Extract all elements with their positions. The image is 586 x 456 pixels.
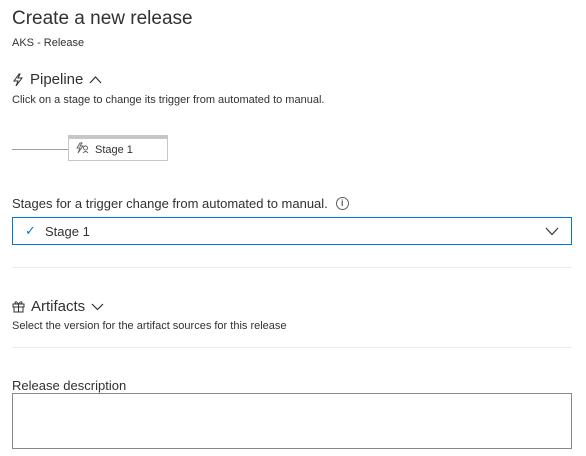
section-divider — [12, 267, 572, 268]
stage-trigger-dropdown[interactable]: ✓ Stage 1 — [12, 217, 572, 245]
section-divider — [12, 347, 572, 348]
dropdown-selected-value: Stage 1 — [45, 223, 90, 239]
release-description-input[interactable] — [12, 393, 572, 449]
stage-card[interactable]: Stage 1 — [68, 135, 168, 161]
trigger-label-row: Stages for a trigger change from automat… — [12, 196, 349, 211]
page-title: Create a new release — [12, 8, 193, 29]
trigger-label: Stages for a trigger change from automat… — [12, 196, 328, 211]
pipeline-name: AKS - Release — [12, 37, 85, 49]
chevron-up-icon — [89, 75, 102, 84]
checkmark-icon: ✓ — [25, 223, 36, 238]
artifacts-heading: Artifacts — [31, 298, 86, 315]
info-icon[interactable]: i — [335, 197, 349, 210]
lightning-icon — [12, 73, 24, 87]
pipeline-heading: Pipeline — [30, 71, 84, 88]
pipeline-section-toggle[interactable]: Pipeline — [12, 71, 102, 88]
release-description-label: Release description — [12, 378, 127, 393]
artifacts-section-toggle[interactable]: Artifacts — [12, 298, 104, 315]
artifacts-hint: Select the version for the artifact sour… — [12, 320, 287, 332]
chevron-down-icon — [91, 302, 104, 311]
gift-icon — [12, 300, 25, 313]
stage-trigger-icon — [75, 142, 89, 157]
pipeline-hint: Click on a stage to change its trigger f… — [12, 94, 325, 106]
chevron-down-icon — [545, 224, 559, 239]
stage-card-label: Stage 1 — [95, 143, 133, 156]
stage-connector-line — [12, 149, 68, 150]
